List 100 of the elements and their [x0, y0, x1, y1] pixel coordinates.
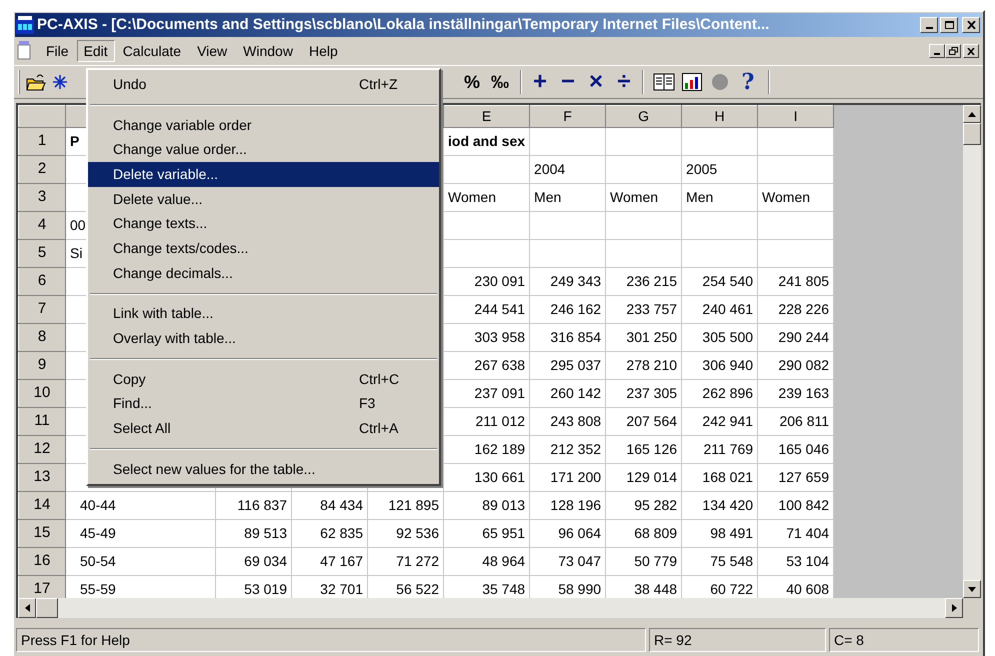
operator-button[interactable]: − — [556, 70, 580, 94]
table-cell: 165 126 — [606, 436, 682, 464]
row-header[interactable]: 5 — [18, 240, 66, 268]
scroll-down-icon — [968, 586, 976, 592]
table-cell: 89 513 — [216, 520, 292, 548]
menu-item[interactable]: Delete value... — [88, 186, 439, 212]
table-cell: 56 522 — [368, 576, 444, 598]
menu-item[interactable]: Calculate — [114, 40, 190, 62]
table-cell: 129 014 — [606, 464, 682, 492]
row-header[interactable]: 15 — [18, 520, 66, 548]
row-header[interactable]: 14 — [18, 492, 66, 520]
menu-item[interactable]: Select new values for the table... — [88, 456, 439, 482]
row-header[interactable]: 16 — [18, 548, 66, 576]
percent-button[interactable]: ‰ — [486, 70, 514, 94]
maximize-button[interactable] — [940, 17, 958, 33]
row-header[interactable]: 17 — [18, 576, 66, 598]
column-header[interactable]: E — [444, 106, 530, 128]
scroll-thumb[interactable] — [36, 598, 58, 618]
minimize-button[interactable] — [929, 44, 945, 58]
column-header[interactable]: H — [682, 106, 758, 128]
scroll-up-icon — [968, 112, 976, 116]
operator-button[interactable]: ÷ — [612, 70, 636, 94]
table-cell: 53 104 — [758, 548, 834, 576]
table-cell: 71 404 — [758, 520, 834, 548]
row-header[interactable]: 4 — [18, 212, 66, 240]
table-cell: 98 491 — [682, 520, 758, 548]
row-header[interactable]: 11 — [18, 408, 66, 436]
table-cell: 262 896 — [682, 380, 758, 408]
row-header[interactable]: 1 — [18, 128, 66, 156]
table-cell: 239 163 — [758, 380, 834, 408]
menu-item[interactable]: Help — [300, 40, 346, 62]
book-icon — [653, 73, 675, 91]
table-cell: 2005 — [682, 156, 758, 184]
menu-item[interactable]: Delete variable... — [88, 162, 439, 187]
percent-button[interactable]: % — [458, 70, 486, 94]
close-icon — [966, 21, 976, 29]
table-cell: 60 722 — [682, 576, 758, 598]
scroll-left-icon — [24, 604, 30, 612]
menu-item[interactable]: Edit — [76, 40, 115, 62]
table-cell: 240 461 — [682, 296, 758, 324]
restore-button[interactable] — [945, 44, 961, 58]
table-cell: 290 244 — [758, 324, 834, 352]
table-cell: 228 226 — [758, 296, 834, 324]
row-header[interactable]: 7 — [18, 296, 66, 324]
menu-item[interactable]: Window — [235, 40, 301, 62]
row-header[interactable]: 6 — [18, 268, 66, 296]
table-cell: 243 808 — [530, 408, 606, 436]
minimize-button[interactable] — [920, 17, 938, 33]
table-cell: 32 701 — [292, 576, 368, 598]
table-cell: 316 854 — [530, 324, 606, 352]
menu-item[interactable]: Find... F3 — [88, 392, 439, 416]
table-cell: 162 189 — [444, 436, 530, 464]
table-cell: 206 811 — [758, 408, 834, 436]
column-header[interactable]: I — [758, 106, 834, 128]
table-cell: 254 540 — [682, 268, 758, 296]
row-header[interactable]: 8 — [18, 324, 66, 352]
table-cell: 40-44 — [66, 492, 216, 520]
table-cell: 230 091 — [444, 268, 530, 296]
table-cell: 211 012 — [444, 408, 530, 436]
table-cell: 116 837 — [216, 492, 292, 520]
table-cell: 236 215 — [606, 268, 682, 296]
column-header[interactable]: G — [606, 106, 682, 128]
close-button[interactable] — [963, 44, 979, 58]
asterisk-icon — [52, 74, 68, 90]
vertical-scrollbar[interactable] — [963, 105, 981, 598]
menu-item[interactable]: Copy Ctrl+C — [88, 366, 439, 392]
table-cell: 73 047 — [530, 548, 606, 576]
table-cell: 92 536 — [368, 520, 444, 548]
column-header[interactable]: F — [530, 106, 606, 128]
table-cell: 75 548 — [682, 548, 758, 576]
table-cell: 290 082 — [758, 352, 834, 380]
table-cell: 171 200 — [530, 464, 606, 492]
operator-button[interactable]: × — [584, 70, 608, 94]
row-header[interactable]: 12 — [18, 436, 66, 464]
scroll-thumb[interactable] — [963, 123, 981, 145]
help-button[interactable]: ? — [734, 70, 762, 94]
horizontal-scrollbar[interactable] — [18, 598, 963, 618]
menu-item[interactable]: Select All Ctrl+A — [88, 416, 439, 441]
table-cell: 55-59 — [66, 576, 216, 598]
row-header[interactable]: 2 — [18, 156, 66, 184]
close-button[interactable] — [962, 17, 980, 33]
table-cell: 53 019 — [216, 576, 292, 598]
row-header[interactable]: 3 — [18, 184, 66, 212]
table-cell: 69 034 — [216, 548, 292, 576]
table-cell: 68 809 — [606, 520, 682, 548]
menu-item[interactable]: Overlay with table... — [88, 326, 439, 351]
menu-item[interactable]: File — [38, 40, 77, 62]
menu-item[interactable]: View — [189, 40, 236, 62]
column-count: C= 8 — [829, 628, 979, 652]
table-cell: 2004 — [530, 156, 606, 184]
table-cell: 95 282 — [606, 492, 682, 520]
menu-item[interactable]: Undo Ctrl+Z — [88, 72, 439, 97]
row-header[interactable]: 9 — [18, 352, 66, 380]
table-cell: 65 951 — [444, 520, 530, 548]
row-header[interactable]: 10 — [18, 380, 66, 408]
row-header[interactable]: 13 — [18, 464, 66, 492]
operator-button[interactable]: + — [528, 70, 552, 94]
table-cell: 168 021 — [682, 464, 758, 492]
menu-item[interactable]: Link with table... — [88, 302, 439, 326]
table-cell: 237 091 — [444, 380, 530, 408]
